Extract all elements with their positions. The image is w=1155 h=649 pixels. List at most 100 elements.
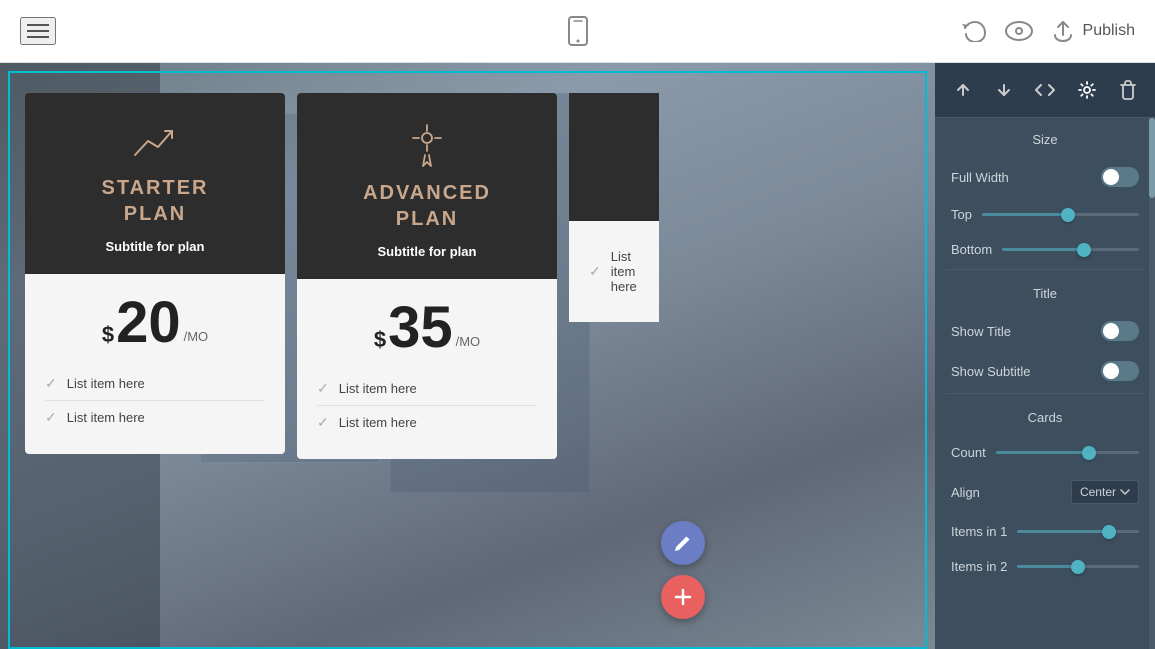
list-item: ✓ List item here [317, 372, 537, 405]
items-in-2-slider[interactable] [1017, 565, 1139, 568]
items-in-2-slider-thumb[interactable] [1071, 560, 1085, 574]
title-section-title: Title [935, 272, 1155, 311]
starter-subtitle: Subtitle for plan [106, 239, 205, 254]
bottom-slider-thumb[interactable] [1077, 243, 1091, 257]
trash-icon [1120, 80, 1136, 100]
show-title-toggle-track[interactable] [1101, 321, 1139, 341]
move-up-button[interactable] [949, 76, 977, 104]
starter-title: STARTERPLAN [102, 175, 209, 227]
show-title-toggle[interactable] [1101, 321, 1139, 341]
starter-amount: 20 [116, 294, 181, 352]
canvas-inner: STARTERPLAN Subtitle for plan $ 20 /MO ✓ [8, 71, 927, 649]
top-bar-center [566, 16, 590, 46]
items-in-2-slider-fill [1017, 565, 1078, 568]
count-slider-fill [996, 451, 1089, 454]
advanced-title: ADVANCEDPLAN [363, 180, 491, 232]
undo-button[interactable] [961, 20, 987, 42]
align-value: Center [1080, 485, 1116, 499]
show-subtitle-toggle-thumb [1103, 363, 1119, 379]
cursor-icon [405, 123, 450, 168]
items-in-1-label: Items in 1 [951, 524, 1007, 539]
items-in-1-slider[interactable] [1017, 530, 1139, 533]
starter-period: /MO [184, 329, 209, 352]
advanced-price: $ 35 /MO [317, 299, 537, 357]
canvas-background: STARTERPLAN Subtitle for plan $ 20 /MO ✓ [0, 63, 935, 649]
edit-fab-button[interactable] [661, 521, 705, 565]
preview-button[interactable] [1005, 21, 1033, 41]
size-section-title: Size [935, 118, 1155, 157]
align-dropdown[interactable]: Center [1071, 480, 1139, 504]
top-slider-fill [982, 213, 1068, 216]
bottom-slider[interactable] [1002, 248, 1139, 251]
divider-2 [945, 393, 1145, 394]
enterprise-plan-card: E ✓ List item here [569, 93, 659, 322]
plus-icon [672, 586, 694, 608]
top-bar-left [20, 17, 56, 45]
cards-section-title: Cards [935, 396, 1155, 435]
main-area: STARTERPLAN Subtitle for plan $ 20 /MO ✓ [0, 63, 1155, 649]
show-subtitle-row: Show Subtitle [935, 351, 1155, 391]
divider-1 [945, 269, 1145, 270]
advanced-list: ✓ List item here ✓ List item here [317, 372, 537, 439]
eye-icon [1005, 21, 1033, 41]
mobile-view-button[interactable] [566, 16, 590, 46]
bottom-label: Bottom [951, 242, 992, 257]
publish-label: Publish [1083, 22, 1135, 40]
advanced-subtitle: Subtitle for plan [378, 244, 477, 259]
panel-scrollbar[interactable] [1149, 118, 1155, 649]
bottom-slider-fill [1002, 248, 1084, 251]
count-slider-track [996, 451, 1139, 454]
items-in-1-slider-thumb[interactable] [1102, 525, 1116, 539]
count-slider-thumb[interactable] [1082, 446, 1096, 460]
canvas-area: STARTERPLAN Subtitle for plan $ 20 /MO ✓ [0, 63, 935, 649]
top-slider-thumb[interactable] [1061, 208, 1075, 222]
delete-button[interactable] [1115, 75, 1141, 105]
list-item-text: List item here [67, 376, 145, 391]
settings-button[interactable] [1072, 75, 1102, 105]
list-item-text: List item here [339, 415, 417, 430]
align-row: Align Center [935, 470, 1155, 514]
hamburger-menu-button[interactable] [20, 17, 56, 45]
list-item-text: List item here [611, 249, 639, 294]
items-in-2-label: Items in 2 [951, 559, 1007, 574]
code-icon [1035, 83, 1055, 97]
show-title-row: Show Title [935, 311, 1155, 351]
top-slider-track [982, 213, 1139, 216]
show-subtitle-label: Show Subtitle [951, 364, 1031, 379]
publish-button[interactable]: Publish [1051, 19, 1135, 43]
full-width-row: Full Width [935, 157, 1155, 197]
fab-container [661, 521, 705, 619]
top-bar: Publish [0, 0, 1155, 63]
chevron-down-icon [1120, 489, 1130, 495]
advanced-card-body: $ 35 /MO ✓ List item here ✓ List item [297, 279, 557, 459]
full-width-toggle[interactable] [1101, 167, 1139, 187]
show-title-toggle-thumb [1103, 323, 1119, 339]
count-label: Count [951, 445, 986, 460]
check-icon: ✓ [45, 409, 57, 426]
advanced-period: /MO [456, 334, 481, 357]
show-title-label: Show Title [951, 324, 1011, 339]
enterprise-list: ✓ List item here [589, 241, 639, 302]
items-in-1-row: Items in 1 [935, 514, 1155, 549]
top-row: Top [935, 197, 1155, 232]
full-width-toggle-track[interactable] [1101, 167, 1139, 187]
side-panel: Size Full Width Top [935, 63, 1155, 649]
list-item: ✓ List item here [589, 241, 639, 302]
panel-scrollbar-thumb[interactable] [1149, 118, 1155, 198]
add-fab-button[interactable] [661, 575, 705, 619]
full-width-toggle-thumb [1103, 169, 1119, 185]
panel-toolbar [935, 63, 1155, 118]
list-item: ✓ List item here [317, 405, 537, 439]
items-in-1-slider-track [1017, 530, 1139, 533]
code-button[interactable] [1030, 78, 1060, 102]
gear-icon [1077, 80, 1097, 100]
chart-icon [130, 123, 180, 163]
move-down-button[interactable] [990, 76, 1018, 104]
count-slider[interactable] [996, 451, 1139, 454]
panel-content: Size Full Width Top [935, 118, 1155, 649]
show-subtitle-toggle-track[interactable] [1101, 361, 1139, 381]
starter-plan-card: STARTERPLAN Subtitle for plan $ 20 /MO ✓ [25, 93, 285, 454]
top-slider[interactable] [982, 213, 1139, 216]
check-icon: ✓ [317, 414, 329, 431]
show-subtitle-toggle[interactable] [1101, 361, 1139, 381]
